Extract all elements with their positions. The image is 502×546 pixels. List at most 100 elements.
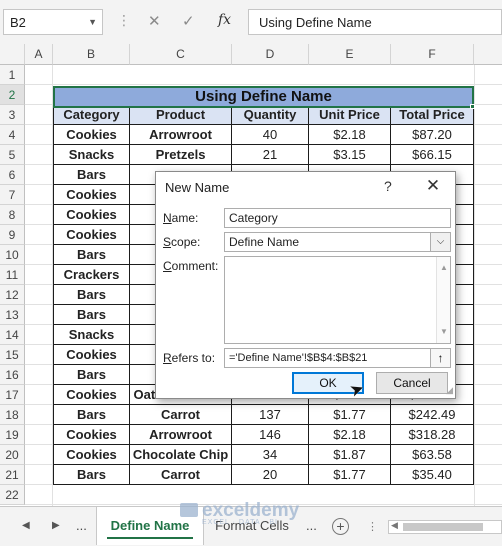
more-sheets-left[interactable]: ...: [76, 518, 87, 533]
table-cell[interactable]: $1.77: [309, 465, 391, 485]
row-header-12[interactable]: 12: [0, 285, 25, 305]
scroll-down-icon[interactable]: ▼: [440, 323, 448, 341]
table-cell[interactable]: $242.49: [391, 405, 474, 425]
column-header-c[interactable]: C: [130, 44, 232, 65]
table-title-cell[interactable]: Using Define Name: [53, 86, 474, 108]
row-header-13[interactable]: 13: [0, 305, 25, 325]
table-header-cell[interactable]: Quantity: [232, 105, 309, 125]
table-cell[interactable]: Bars: [53, 285, 130, 305]
table-cell[interactable]: Snacks: [53, 325, 130, 345]
table-cell[interactable]: $66.15: [391, 145, 474, 165]
comment-scrollbar[interactable]: ▲ ▼: [436, 257, 450, 343]
close-icon[interactable]: ✕: [422, 175, 444, 197]
table-cell[interactable]: Bars: [53, 405, 130, 425]
row-header-22[interactable]: 22: [0, 485, 25, 505]
table-cell[interactable]: $2.18: [309, 425, 391, 445]
table-cell[interactable]: Bars: [53, 465, 130, 485]
table-header-cell[interactable]: Category: [53, 105, 130, 125]
row-header-3[interactable]: 3: [0, 105, 25, 125]
column-header-e[interactable]: E: [309, 44, 391, 65]
table-cell[interactable]: Carrot: [130, 405, 232, 425]
row-header-21[interactable]: 21: [0, 465, 25, 485]
table-cell[interactable]: Bars: [53, 365, 130, 385]
table-cell[interactable]: 137: [232, 405, 309, 425]
table-cell[interactable]: Cookies: [53, 125, 130, 145]
row-header-10[interactable]: 10: [0, 245, 25, 265]
table-cell[interactable]: $63.58: [391, 445, 474, 465]
name-box[interactable]: B2 ▼: [3, 9, 103, 35]
row-header-19[interactable]: 19: [0, 425, 25, 445]
table-cell[interactable]: Bars: [53, 245, 130, 265]
row-header-15[interactable]: 15: [0, 345, 25, 365]
resize-grip-icon[interactable]: ◢: [446, 385, 453, 396]
table-cell[interactable]: $2.18: [309, 125, 391, 145]
table-cell[interactable]: $1.87: [309, 445, 391, 465]
collapse-dialog-icon[interactable]: ↑: [430, 348, 451, 368]
insert-function-icon[interactable]: fx: [218, 12, 231, 28]
table-cell[interactable]: 21: [232, 145, 309, 165]
scroll-left-icon[interactable]: ◀: [391, 520, 398, 531]
table-cell[interactable]: $35.40: [391, 465, 474, 485]
column-header-g[interactable]: [474, 44, 502, 65]
table-cell[interactable]: Bars: [53, 305, 130, 325]
table-cell[interactable]: Cookies: [53, 185, 130, 205]
column-header-b[interactable]: B: [53, 44, 130, 65]
enter-entry-icon[interactable]: ✓: [182, 12, 195, 30]
row-header-16[interactable]: 16: [0, 365, 25, 385]
table-cell[interactable]: Cookies: [53, 345, 130, 365]
select-all-corner[interactable]: [0, 44, 25, 65]
row-header-1[interactable]: 1: [0, 65, 25, 85]
column-header-d[interactable]: D: [232, 44, 309, 65]
row-header-6[interactable]: 6: [0, 165, 25, 185]
row-header-14[interactable]: 14: [0, 325, 25, 345]
scroll-up-icon[interactable]: ▲: [440, 259, 448, 277]
table-cell[interactable]: Cookies: [53, 425, 130, 445]
table-cell[interactable]: 40: [232, 125, 309, 145]
row-header-20[interactable]: 20: [0, 445, 25, 465]
row-header-9[interactable]: 9: [0, 225, 25, 245]
table-cell[interactable]: 34: [232, 445, 309, 465]
table-cell[interactable]: $3.15: [309, 145, 391, 165]
row-header-8[interactable]: 8: [0, 205, 25, 225]
cancel-button[interactable]: Cancel: [376, 372, 448, 394]
table-cell[interactable]: Chocolate Chip: [130, 445, 232, 465]
row-header-11[interactable]: 11: [0, 265, 25, 285]
horizontal-scrollbar[interactable]: ◀: [388, 520, 502, 534]
scope-select[interactable]: Define Name: [224, 232, 431, 252]
chevron-down-icon[interactable]: ⌵: [430, 232, 451, 252]
table-cell[interactable]: Arrowroot: [130, 425, 232, 445]
table-cell[interactable]: Cookies: [53, 385, 130, 405]
formula-input[interactable]: Using Define Name: [248, 9, 502, 35]
name-box-dropdown-icon[interactable]: ▼: [88, 17, 97, 27]
add-sheet-icon[interactable]: +: [332, 518, 349, 535]
table-cell[interactable]: Arrowroot: [130, 125, 232, 145]
table-header-cell[interactable]: Total Price: [391, 105, 474, 125]
row-header-2[interactable]: 2: [0, 85, 25, 105]
scrollbar-thumb[interactable]: [403, 523, 483, 531]
row-header-4[interactable]: 4: [0, 125, 25, 145]
fill-handle[interactable]: [470, 104, 475, 109]
table-cell[interactable]: Pretzels: [130, 145, 232, 165]
table-cell[interactable]: Cookies: [53, 445, 130, 465]
column-header-f[interactable]: F: [391, 44, 474, 65]
table-cell[interactable]: Snacks: [53, 145, 130, 165]
table-cell[interactable]: Cookies: [53, 225, 130, 245]
row-header-7[interactable]: 7: [0, 185, 25, 205]
cancel-entry-icon[interactable]: ✕: [148, 12, 161, 30]
table-cell[interactable]: 146: [232, 425, 309, 445]
table-header-cell[interactable]: Product: [130, 105, 232, 125]
table-cell[interactable]: Carrot: [130, 465, 232, 485]
name-field[interactable]: Category: [224, 208, 451, 228]
row-header-17[interactable]: 17: [0, 385, 25, 405]
table-cell[interactable]: $1.77: [309, 405, 391, 425]
comment-textarea[interactable]: ▲ ▼: [224, 256, 451, 344]
column-header-a[interactable]: A: [25, 44, 53, 65]
row-header-18[interactable]: 18: [0, 405, 25, 425]
help-icon[interactable]: ?: [384, 178, 392, 194]
row-header-5[interactable]: 5: [0, 145, 25, 165]
table-cell[interactable]: $318.28: [391, 425, 474, 445]
refers-to-field[interactable]: ='Define Name'!$B$4:$B$21: [224, 348, 431, 368]
table-cell[interactable]: Bars: [53, 165, 130, 185]
table-cell[interactable]: $87.20: [391, 125, 474, 145]
table-cell[interactable]: Cookies: [53, 205, 130, 225]
